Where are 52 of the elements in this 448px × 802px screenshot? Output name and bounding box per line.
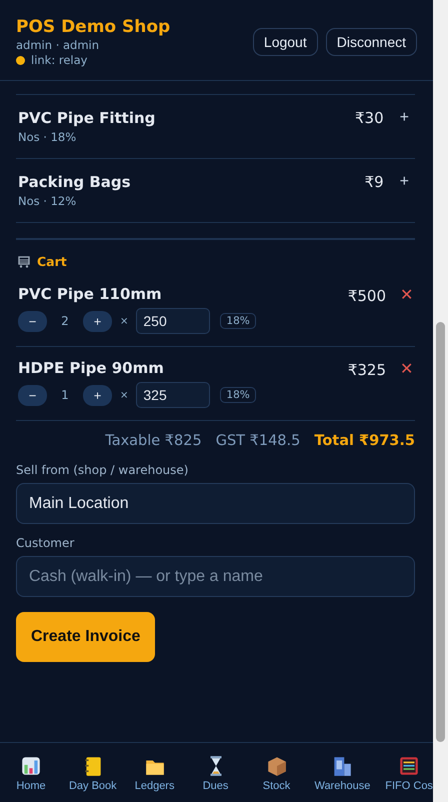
product-meta: Nos · 12% <box>18 194 78 208</box>
remove-button[interactable]: ✕ <box>400 361 413 379</box>
product-price: ₹9 <box>364 173 384 191</box>
abacus-icon <box>398 755 420 777</box>
cart-item-amount: ₹500 <box>348 287 386 305</box>
increase-button[interactable]: + <box>83 310 112 332</box>
increase-button[interactable]: + <box>83 384 112 406</box>
location-field[interactable]: Main Location <box>16 483 415 524</box>
nav-item[interactable]: Stock <box>254 755 300 802</box>
nav-item[interactable]: Warehouse <box>314 755 370 802</box>
nav-item[interactable]: Dues <box>192 755 239 802</box>
nav-item[interactable]: Home <box>8 755 54 802</box>
product-name: Packing Bags <box>18 173 131 191</box>
cart-icon <box>18 256 31 268</box>
add-button[interactable]: + <box>396 109 413 127</box>
nav-item[interactable]: Day Book <box>68 755 117 802</box>
customer-field[interactable]: Cash (walk-in) — or type a name <box>16 556 415 597</box>
rate-input[interactable]: 325 <box>136 382 210 408</box>
product-name: PVC Pipe Fitting <box>18 109 156 127</box>
cart-item-amount: ₹325 <box>348 361 386 379</box>
times-sign: × <box>120 316 128 326</box>
times-sign: × <box>120 390 128 400</box>
nav-item[interactable]: Ledgers <box>132 755 178 802</box>
cart-title: Cart <box>37 254 67 269</box>
product-price: ₹30 <box>355 109 384 127</box>
add-button[interactable]: + <box>396 173 413 191</box>
gst-tag: 18% <box>220 313 256 329</box>
logout-button[interactable]: Logout <box>252 28 318 56</box>
taxable-amount: Taxable ₹825 <box>105 433 202 449</box>
quantity: 1 <box>60 388 70 402</box>
bar-chart-icon <box>20 755 42 777</box>
cart-item-name: PVC Pipe 110mm <box>18 285 163 303</box>
user-label: admin · admin <box>16 38 100 52</box>
field-label: Sell from (shop / warehouse) <box>16 463 190 477</box>
field-label: Customer <box>16 536 76 550</box>
gst-tag: 18% <box>220 387 256 403</box>
create-invoice-button[interactable]: Create Invoice <box>16 612 156 662</box>
box-icon <box>266 755 288 777</box>
cart-item-name: HDPE Pipe 90mm <box>18 359 165 377</box>
shop-title: POS Demo Shop <box>16 17 170 37</box>
rate-input[interactable]: 250 <box>136 308 210 334</box>
product-meta: Nos · 18% <box>18 130 78 144</box>
nav-item[interactable]: FIFO Cos <box>385 755 433 802</box>
decrease-button[interactable]: − <box>18 310 47 332</box>
quantity: 2 <box>60 314 70 328</box>
gst-amount: GST ₹148.5 <box>216 433 300 449</box>
remove-button[interactable]: ✕ <box>400 287 413 305</box>
link-status: link: relay <box>31 53 88 67</box>
total-amount: Total ₹973.5 <box>314 433 415 449</box>
scrollbar[interactable] <box>433 0 448 802</box>
decrease-button[interactable]: − <box>18 384 47 406</box>
disconnect-button[interactable]: Disconnect <box>326 28 417 56</box>
